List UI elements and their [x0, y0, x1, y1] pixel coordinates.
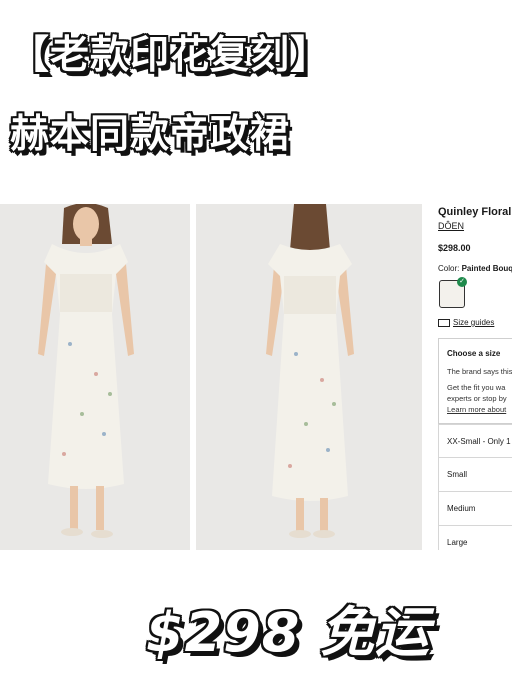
color-label-prefix: Color: [438, 264, 460, 273]
headline-line-1: 【老款印花复刻】 [10, 33, 331, 78]
fit-help-line-2: experts or stop by [447, 394, 507, 403]
size-option-large[interactable]: Large [438, 526, 512, 550]
size-option-medium[interactable]: Medium [438, 492, 512, 526]
fit-help-line-1: Get the fit you wa [447, 383, 506, 392]
product-details-panel: Quinley Floral DÔEN $298.00 Color: Paint… [438, 204, 512, 550]
product-title: Quinley Floral [438, 206, 512, 218]
check-icon: ✓ [457, 277, 467, 287]
headline-line-2: 赫本同款帝政裙 [10, 112, 291, 157]
brand-link[interactable]: DÔEN [438, 221, 464, 231]
size-guides-link[interactable]: Size guides [438, 318, 494, 327]
dress-front-illustration [0, 204, 190, 550]
product-photo-front[interactable] [0, 204, 190, 550]
learn-more-link[interactable]: Learn more about [447, 405, 506, 414]
fit-note: The brand says this [447, 367, 512, 376]
color-value: Painted Bouqu [461, 264, 512, 273]
choose-size-title: Choose a size [447, 349, 501, 358]
product-photo-back[interactable] [196, 204, 422, 550]
size-option-small[interactable]: Small [438, 458, 512, 492]
dress-back-illustration [196, 204, 422, 550]
choose-size-box: Choose a size The brand says this Get th… [438, 338, 512, 424]
color-label: Color: Painted Bouqu [438, 264, 512, 273]
size-guides-label: Size guides [453, 318, 495, 327]
size-option-xx-small[interactable]: XX-Small - Only 1 le [438, 424, 512, 458]
product-price: $298.00 [438, 243, 471, 253]
price-promo-text: $298 免运 [146, 601, 431, 664]
ruler-icon [438, 318, 450, 327]
